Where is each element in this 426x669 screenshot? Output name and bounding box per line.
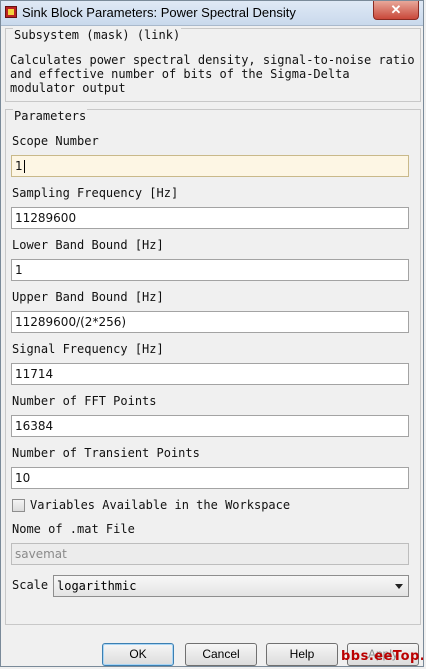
workspace-checkbox-label[interactable]: Variables Available in the Workspace	[30, 498, 290, 512]
scope-number-input[interactable]: 1	[11, 155, 409, 177]
fft-points-label: Number of FFT Points	[12, 394, 157, 408]
upper-band-bound-input[interactable]: 11289600/(2*256)	[11, 311, 409, 333]
workspace-checkbox[interactable]	[12, 499, 25, 512]
mat-file-label: Nome of .mat File	[12, 522, 135, 536]
sampling-frequency-label: Sampling Frequency [Hz]	[12, 186, 179, 200]
lower-band-bound-input[interactable]: 1	[11, 259, 409, 281]
transient-points-input[interactable]: 10	[11, 467, 409, 489]
scope-number-value: 1	[15, 159, 23, 173]
cancel-button[interactable]: Cancel	[185, 643, 257, 666]
mask-legend: Subsystem (mask) (link)	[13, 28, 182, 42]
signal-frequency-input[interactable]: 11714	[11, 363, 409, 385]
scope-number-label: Scope Number	[12, 134, 99, 148]
watermark: bbs.eeTop.cn	[341, 649, 423, 664]
ok-button[interactable]: OK	[102, 643, 174, 666]
mat-file-input: savemat	[11, 543, 409, 565]
title-bar[interactable]: Sink Block Parameters: Power Spectral De…	[1, 1, 423, 26]
help-button[interactable]: Help	[266, 643, 338, 666]
upper-band-bound-label: Upper Band Bound [Hz]	[12, 290, 164, 304]
scale-selected-value: logarithmic	[57, 579, 137, 593]
signal-frequency-label: Signal Frequency [Hz]	[12, 342, 164, 356]
simulink-block-icon	[5, 6, 17, 18]
parameters-legend: Parameters	[13, 109, 88, 123]
close-icon[interactable]: ✕	[373, 1, 419, 20]
text-caret	[23, 160, 25, 173]
lower-band-bound-label: Lower Band Bound [Hz]	[12, 238, 164, 252]
sampling-frequency-input[interactable]: 11289600	[11, 207, 409, 229]
mask-description: Calculates power spectral density, signa…	[10, 53, 415, 95]
dialog-window: Sink Block Parameters: Power Spectral De…	[0, 0, 424, 667]
transient-points-label: Number of Transient Points	[12, 446, 200, 460]
chevron-down-icon[interactable]	[395, 584, 403, 589]
scale-dropdown[interactable]: logarithmic	[53, 575, 409, 597]
mask-group: Subsystem (mask) (link) Calculates power…	[5, 28, 421, 102]
window-title: Sink Block Parameters: Power Spectral De…	[22, 5, 296, 20]
scale-label: Scale	[12, 578, 49, 592]
fft-points-input[interactable]: 16384	[11, 415, 409, 437]
